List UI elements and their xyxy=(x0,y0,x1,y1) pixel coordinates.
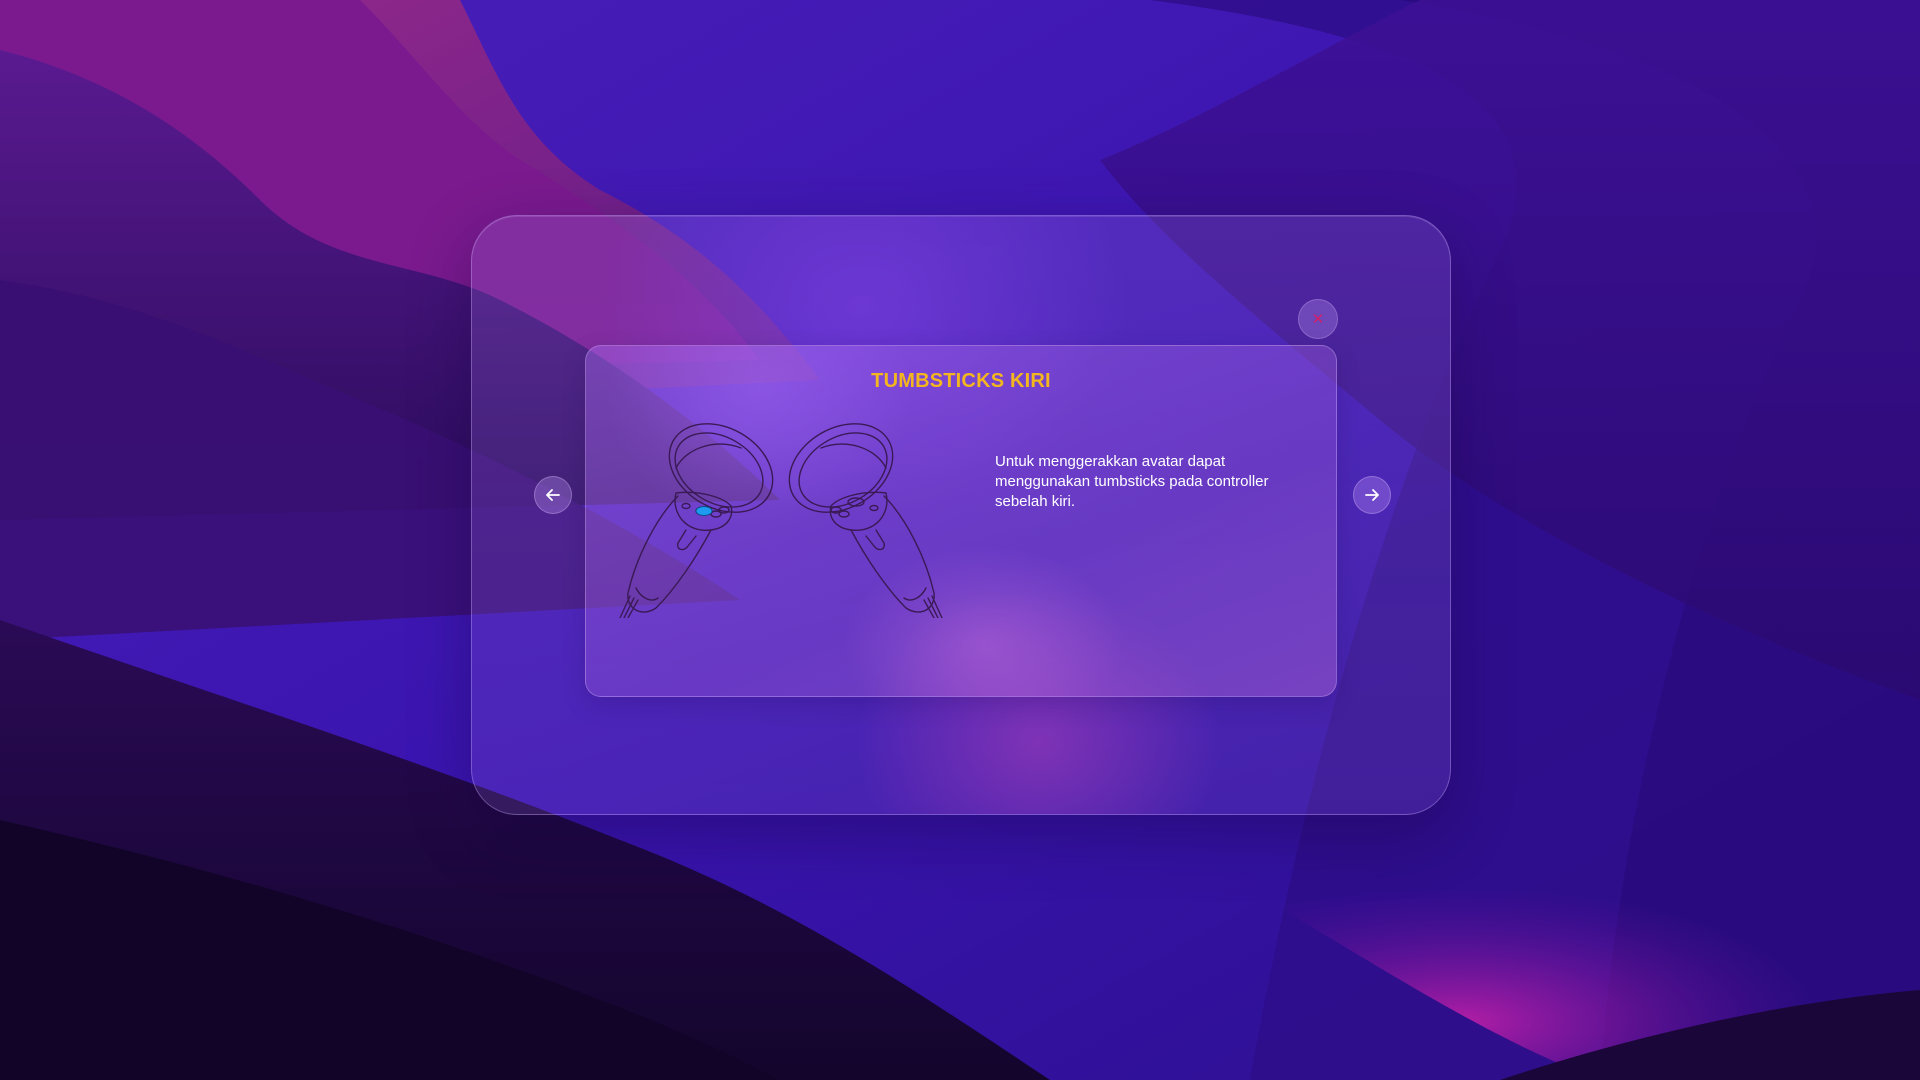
left-thumbstick-highlight xyxy=(695,506,713,516)
close-icon: ✕ xyxy=(1311,310,1325,328)
left-controller-drawing xyxy=(619,423,774,618)
next-button[interactable] xyxy=(1353,476,1391,514)
card-description: Untuk menggerakkan avatar dapat mengguna… xyxy=(995,453,1269,510)
previous-button[interactable] xyxy=(534,476,572,514)
arrow-right-icon xyxy=(1365,489,1379,501)
right-controller-drawing xyxy=(788,423,943,618)
close-button[interactable]: ✕ xyxy=(1298,299,1338,339)
content-card: TUMBSTICKS KIRI Untuk menggerakkan avata… xyxy=(585,345,1337,697)
vr-controllers-illustration xyxy=(619,423,943,618)
arrow-left-icon xyxy=(546,489,560,501)
card-title: TUMBSTICKS KIRI xyxy=(871,370,1051,392)
